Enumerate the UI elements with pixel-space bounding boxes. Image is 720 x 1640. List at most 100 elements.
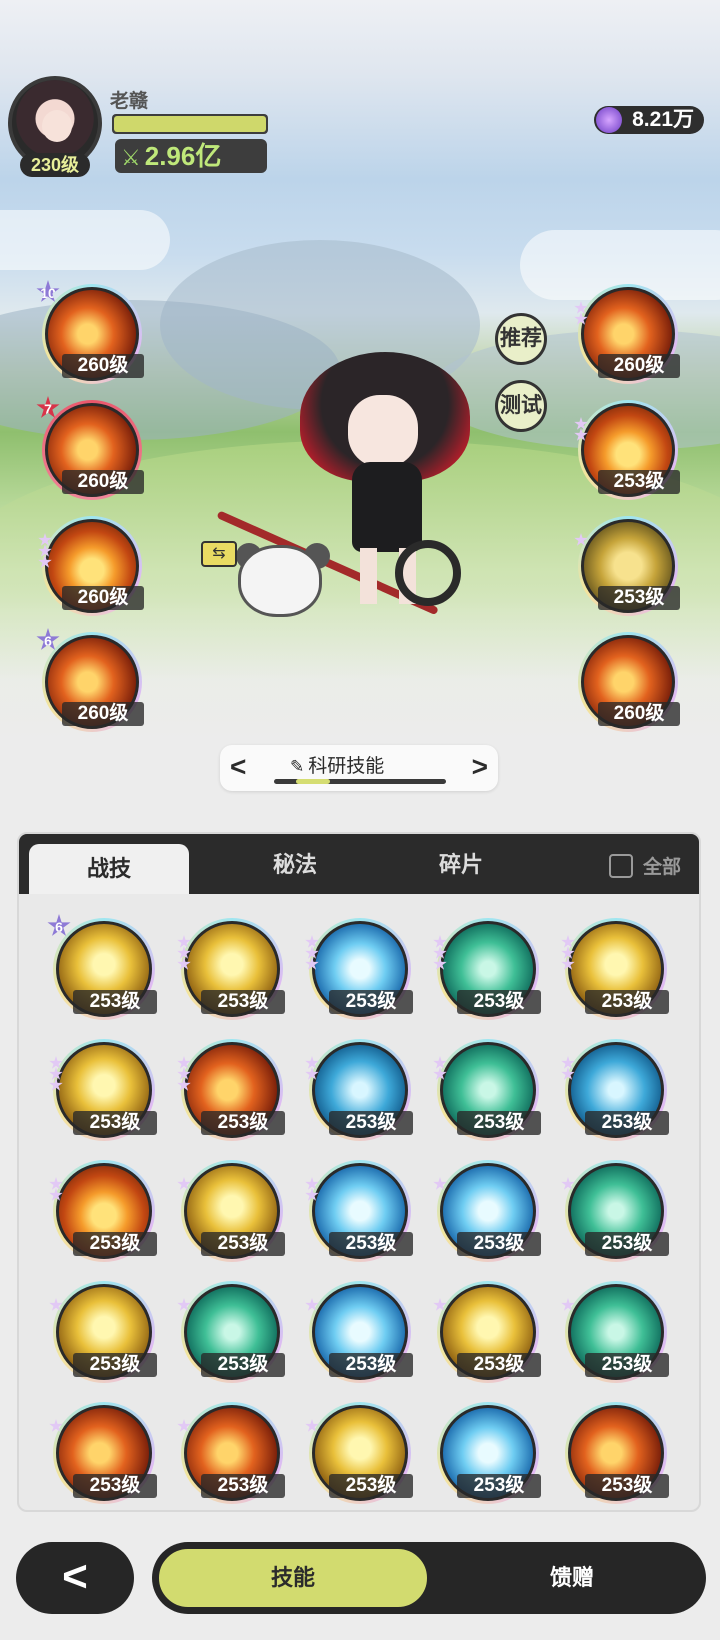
- skill-orb[interactable]: 253级: [49, 1039, 157, 1141]
- show-all-label: 全部: [642, 857, 681, 878]
- skill-orb[interactable]: 253级: [437, 1402, 541, 1504]
- recommend-button[interactable]: 推荐: [495, 313, 547, 365]
- star-icon: [433, 1067, 447, 1080]
- skill-level: 253级: [329, 1353, 413, 1377]
- show-all-checkbox[interactable]: 全部: [608, 852, 681, 879]
- skill-orb[interactable]: 253级: [305, 1039, 413, 1141]
- skill-orb[interactable]: 253级: [574, 400, 680, 500]
- skill-level: 260级: [62, 586, 144, 610]
- combat-power-value: 2.96亿: [144, 141, 222, 171]
- skill-orb[interactable]: 253级: [561, 1039, 669, 1141]
- skill-orb[interactable]: 253级: [433, 1160, 541, 1262]
- skill-level: 253级: [201, 1474, 285, 1498]
- star-pips: [433, 935, 447, 971]
- currency-value: 8.21万: [632, 108, 694, 131]
- skill-orb[interactable]: 260级: [574, 284, 680, 384]
- skill-orb[interactable]: 253级: [49, 1281, 157, 1383]
- skill-orb[interactable]: 253级: [565, 1402, 669, 1504]
- skill-level: 253级: [585, 1111, 669, 1135]
- checkbox-icon: [608, 854, 633, 878]
- skill-orb[interactable]: 253级: [49, 1160, 157, 1262]
- research-page-indicator: [274, 779, 446, 784]
- back-button[interactable]: <: [16, 1542, 134, 1614]
- skill-level: 253级: [329, 1474, 413, 1498]
- skill-level: 260级: [62, 470, 144, 494]
- skill-orb[interactable]: 253级: [561, 1160, 669, 1262]
- star-icon: [177, 1078, 191, 1091]
- star-pips: [177, 1419, 191, 1433]
- skill-level: 253级: [457, 990, 541, 1014]
- tab-fragments[interactable]: 碎片: [381, 834, 541, 894]
- skill-level: 253级: [73, 990, 157, 1014]
- skill-orb[interactable]: 253级: [305, 918, 413, 1020]
- swap-icon[interactable]: ⇆: [201, 541, 237, 567]
- skill-level: 253级: [598, 586, 680, 610]
- skill-orb[interactable]: 253级: [177, 1281, 285, 1383]
- star-icon: [305, 1067, 319, 1080]
- research-page-thumb: [296, 779, 330, 784]
- star-pips: [433, 1056, 447, 1081]
- skill-level: 253级: [329, 1111, 413, 1135]
- star-icon: [433, 957, 447, 970]
- character-body: [352, 462, 422, 552]
- skill-orb[interactable]: 253级: [177, 918, 285, 1020]
- research-skill-label[interactable]: ✎ 科研技能: [290, 751, 384, 778]
- skill-orb[interactable]: 260级: [38, 516, 144, 616]
- skill-orb[interactable]: 253级: [305, 1402, 413, 1504]
- player-level: 230级: [20, 153, 90, 177]
- tab-secret-arts[interactable]: 秘法: [215, 834, 375, 894]
- back-arrow-icon: <: [62, 1552, 88, 1601]
- star-pips: [574, 533, 588, 547]
- skill-orb[interactable]: 253级: [574, 516, 680, 616]
- skill-orb[interactable]: 253级: [561, 918, 669, 1020]
- skill-level: 260级: [62, 354, 144, 378]
- character-weapon-ring: [395, 540, 461, 606]
- skill-level: 253级: [598, 470, 680, 494]
- tab-combat-skills[interactable]: 战技: [29, 844, 189, 894]
- star-pips: [305, 1419, 319, 1433]
- star-icon: [574, 312, 588, 325]
- skill-orb[interactable]: 253级: [433, 1039, 541, 1141]
- skill-orb[interactable]: 260级 10: [36, 280, 144, 384]
- star-icon: [305, 1188, 319, 1201]
- skill-orb[interactable]: 253级: [433, 918, 541, 1020]
- skill-level: 253级: [201, 990, 285, 1014]
- skill-orb[interactable]: 253级: [177, 1402, 285, 1504]
- bottom-segment: 技能 馈赠: [152, 1542, 706, 1614]
- skill-orb[interactable]: 260级: [578, 632, 680, 732]
- pet-panda[interactable]: [238, 545, 322, 617]
- gift-tab-button[interactable]: 馈赠: [442, 1546, 702, 1610]
- star-pips: [574, 301, 588, 326]
- skill-orb[interactable]: 253级: [177, 1160, 285, 1262]
- skill-orb[interactable]: 260级 6: [36, 628, 144, 732]
- next-arrow-icon[interactable]: >: [472, 751, 488, 783]
- star-pips: [433, 1177, 447, 1191]
- star-icon: [305, 1298, 319, 1311]
- skill-level: 253级: [73, 1353, 157, 1377]
- star-icon: [177, 1419, 191, 1432]
- star-icon: [561, 957, 575, 970]
- skill-orb[interactable]: 253级 6: [47, 914, 157, 1020]
- skill-orb[interactable]: 253级: [49, 1402, 157, 1504]
- star-icon: [177, 957, 191, 970]
- skill-level: 253级: [201, 1232, 285, 1256]
- skill-orb[interactable]: 253级: [177, 1039, 285, 1141]
- skill-orb[interactable]: 253级: [305, 1281, 413, 1383]
- skill-orb[interactable]: 260级 7: [36, 396, 144, 500]
- power-icon: ⚔: [121, 145, 141, 170]
- skill-panel: 战技 秘法 碎片 全部 253级 6 253级 253级 253级 253级 253级 253…: [17, 832, 701, 1512]
- skill-tab-button[interactable]: 技能: [156, 1546, 430, 1610]
- test-button[interactable]: 测试: [495, 380, 547, 432]
- star-pips: [305, 1056, 319, 1081]
- star-icon: [49, 1188, 63, 1201]
- skill-level: 253级: [329, 1232, 413, 1256]
- skill-orb[interactable]: 253级: [433, 1281, 541, 1383]
- prev-arrow-icon[interactable]: <: [230, 751, 246, 783]
- skill-level: 253级: [457, 1474, 541, 1498]
- currency-display[interactable]: 8.21万: [594, 106, 704, 134]
- skill-orb[interactable]: 253级: [305, 1160, 413, 1262]
- star-pips: [38, 533, 52, 569]
- star-pips: [49, 1177, 63, 1202]
- star-pips: [305, 935, 319, 971]
- skill-orb[interactable]: 253级: [561, 1281, 669, 1383]
